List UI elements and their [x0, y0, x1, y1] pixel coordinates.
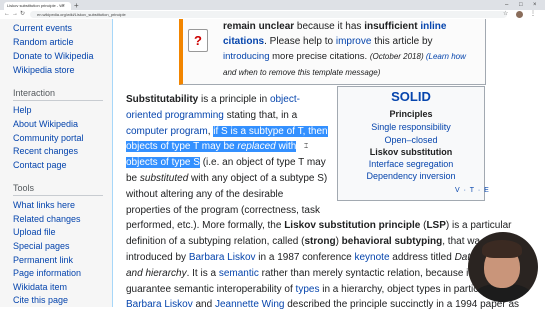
article-line: Barbara Liskov and Jeannette Wing descri…	[126, 299, 520, 310]
barbara-liskov-link[interactable]: Barbara Liskov	[189, 252, 256, 263]
sidebar-heading-tools: Tools	[13, 183, 35, 193]
inline-citations-link[interactable]: inline	[418, 21, 446, 32]
sidebar-item-upload-file[interactable]: Upload file	[13, 227, 56, 238]
article-line: Substitutability is a principle in objec…	[126, 94, 300, 105]
maximize-icon[interactable]: □	[519, 1, 523, 9]
notice-line-1: remain unclear because it has insufficie…	[223, 21, 447, 32]
minimize-icon[interactable]: –	[505, 1, 508, 9]
improve-link[interactable]: improve	[336, 36, 372, 47]
article-line: objects of type T may be replaced with	[126, 140, 297, 153]
sidebar-item-random-article[interactable]: Random article	[13, 37, 74, 48]
solid-principles-heading: Principles	[389, 109, 433, 119]
back-icon[interactable]: ←	[4, 10, 10, 19]
article-line: properties of the program (correctness, …	[126, 205, 320, 216]
divider	[13, 195, 103, 196]
solid-item-interface-segregation[interactable]: Interface segregation	[337, 158, 485, 170]
tab-close-icon[interactable]: ×	[62, 2, 65, 10]
sidebar-item-community-portal[interactable]: Community portal	[13, 133, 84, 144]
semantic-link[interactable]: semantic	[219, 268, 259, 279]
sidebar-item-wikidata-item[interactable]: Wikidata item	[13, 282, 67, 293]
article-line: performed, etc.). More formally, the Lis…	[126, 220, 512, 231]
reload-icon[interactable]: ↻	[20, 10, 25, 19]
browser-menu-icon[interactable]: ⋮	[530, 10, 536, 19]
forward-icon[interactable]: →	[12, 10, 18, 19]
sidebar-item-page-information[interactable]: Page information	[13, 268, 81, 279]
types-link[interactable]: types	[296, 284, 320, 295]
presenter-hair	[482, 240, 522, 258]
article-line: introduced by Barbara Liskov in a 1987 c…	[126, 252, 471, 263]
sidebar-item-permanent-link[interactable]: Permanent link	[13, 255, 73, 266]
oop-link[interactable]: object-	[270, 94, 300, 105]
sidebar-item-recent-changes[interactable]: Recent changes	[13, 146, 78, 157]
webcam-overlay	[468, 232, 538, 302]
remove-template-link[interactable]: and when to remove this template message…	[223, 67, 380, 78]
sidebar-item-related-changes[interactable]: Related changes	[13, 214, 81, 225]
sidebar-item-about[interactable]: About Wikipedia	[13, 119, 78, 130]
sidebar-item-contact[interactable]: Contact page	[13, 160, 67, 171]
computer-program-link[interactable]: computer program	[126, 126, 208, 137]
divider	[13, 100, 103, 101]
notice-line-2: citations. Please help to improve this a…	[223, 36, 433, 47]
solid-item-open-closed[interactable]: Open–closed	[337, 134, 485, 146]
selected-text[interactable]: objects of type S	[126, 157, 200, 168]
introducing-link[interactable]: introducing	[223, 51, 269, 62]
barbara-liskov-link-2[interactable]: Barbara Liskov	[126, 299, 193, 310]
sidebar-item-what-links-here[interactable]: What links here	[13, 200, 75, 211]
close-window-icon[interactable]: ×	[533, 1, 537, 9]
article-line: computer program, if S is a subtype of T…	[126, 126, 328, 137]
solid-title-link[interactable]: SOLID	[337, 89, 485, 105]
sidebar-item-current-events[interactable]: Current events	[13, 23, 72, 34]
browser-tab[interactable]: Liskov substitution principle - Wi	[4, 2, 71, 10]
keynote-link[interactable]: keynote	[355, 252, 390, 263]
learn-how-link[interactable]: (Learn how	[424, 52, 466, 61]
jeannette-wing-link[interactable]: Jeannette Wing	[215, 299, 285, 310]
sidebar-item-special-pages[interactable]: Special pages	[13, 241, 70, 252]
selected-text[interactable]: if S is a subtype of T, then	[213, 126, 328, 137]
text-cursor-icon: ⌶	[304, 143, 309, 150]
question-icon: ?	[188, 29, 208, 52]
citations-link[interactable]: citations	[223, 36, 264, 47]
article-line: without altering any of the desirable	[126, 189, 284, 200]
vte-links[interactable]: V · T · E	[455, 186, 490, 196]
sidebar-item-donate[interactable]: Donate to Wikipedia	[13, 51, 94, 62]
bookmark-star-icon[interactable]: ☆	[503, 10, 508, 19]
article-line: be substituted with any object of a subt…	[126, 173, 328, 184]
article-line: objects of type S (i.e. an object of typ…	[126, 157, 326, 168]
solid-item-liskov-current: Liskov substitution	[369, 147, 453, 157]
solid-item-single-responsibility[interactable]: Single responsibility	[337, 121, 485, 133]
article-line: oriented programming stating that, in a	[126, 110, 298, 121]
profile-avatar[interactable]	[516, 11, 523, 18]
selected-text[interactable]: objects of type T may be replaced with	[126, 141, 297, 152]
url-input[interactable]: en.wikipedia.org/wiki/Liskov_substitutio…	[30, 11, 507, 18]
sidebar-item-cite-page[interactable]: Cite this page	[13, 295, 68, 306]
sidebar-heading-interaction: Interaction	[13, 88, 56, 98]
article-line: guarantee semantic interoperability of t…	[126, 284, 479, 295]
sidebar-item-store[interactable]: Wikipedia store	[13, 65, 75, 76]
article-line: definition of a subtyping relation, call…	[126, 236, 481, 247]
sidebar-item-help[interactable]: Help	[13, 105, 32, 116]
oop-link-cont[interactable]: oriented programming	[126, 110, 224, 121]
notice-line-3: introducing more precise citations. (Oct…	[223, 51, 466, 62]
article-line: and hierarchy. It is a semantic rather t…	[126, 268, 472, 279]
solid-item-dependency-inversion[interactable]: Dependency inversion	[337, 170, 485, 182]
